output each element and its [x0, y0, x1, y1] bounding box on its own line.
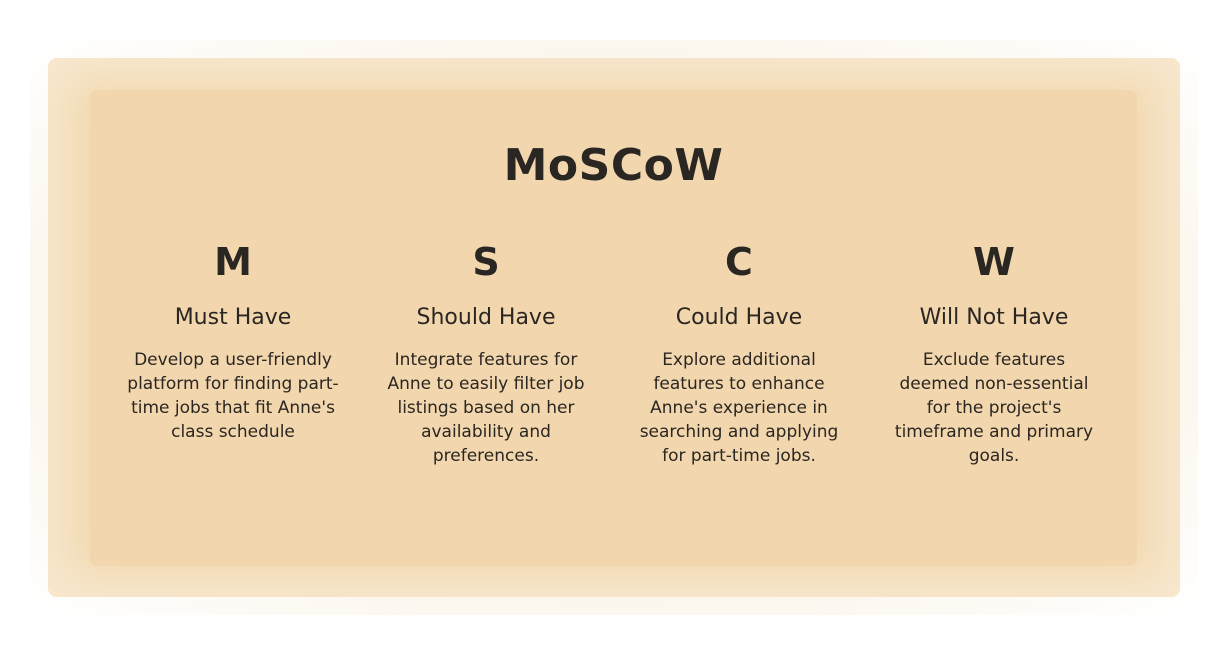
column-description: Exclude features deemed non-essential fo…: [894, 350, 1094, 466]
column-could-have: C Could Have Explore additional features…: [633, 234, 845, 468]
column-letter: C: [725, 240, 753, 284]
column-letter: M: [214, 240, 252, 284]
column-will-not-have: W Will Not Have Exclude features deemed …: [888, 234, 1100, 468]
column-letter: S: [472, 240, 500, 284]
column-description: Develop a user-friendly platform for fin…: [127, 350, 339, 442]
page-title: MoSCoW: [503, 140, 724, 191]
column-letter: W: [973, 240, 1015, 284]
column-heading: Must Have: [174, 305, 292, 330]
moscow-panel: MoSCoW M Must Have Develop a user-friend…: [90, 90, 1137, 566]
column-should-have: S Should Have Integrate features for Ann…: [380, 234, 592, 468]
column-must-have: M Must Have Develop a user-friendly plat…: [127, 234, 339, 444]
column-heading: Should Have: [416, 305, 556, 330]
column-heading: Will Not Have: [919, 305, 1069, 330]
column-heading: Could Have: [675, 305, 803, 330]
column-description: Explore additional features to enhance A…: [639, 350, 839, 466]
moscow-card: MoSCoW M Must Have Develop a user-friend…: [48, 58, 1180, 597]
column-description: Integrate features for Anne to easily fi…: [387, 350, 585, 466]
